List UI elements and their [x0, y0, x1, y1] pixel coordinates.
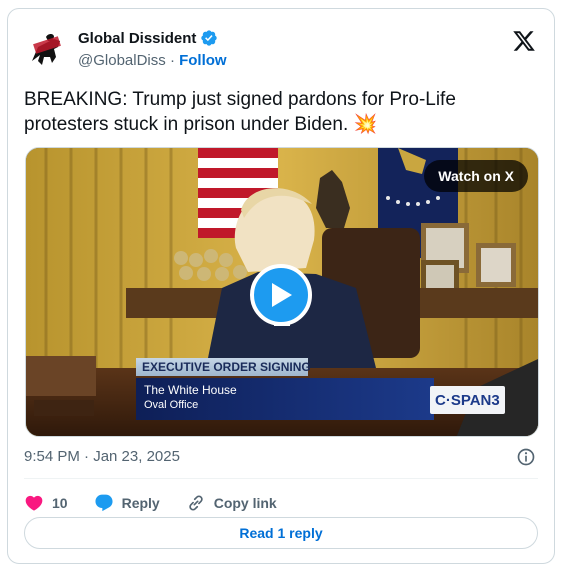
author-avatar[interactable]	[24, 27, 70, 73]
cspan-logo: C·SPAN3	[430, 386, 505, 414]
tweet-timestamp[interactable]: 9:54 PM · Jan 23, 2025	[24, 448, 180, 465]
location-line-2: Oval Office	[144, 399, 199, 411]
tweet-text: BREAKING: Trump just signed pardons for …	[24, 87, 504, 137]
copy-link-label: Copy link	[213, 495, 277, 511]
tweet-actions: 10 Reply Copy link	[24, 487, 303, 519]
collision-emoji: 💥	[353, 114, 378, 135]
heart-icon	[25, 495, 43, 511]
x-logo-icon[interactable]	[512, 29, 536, 53]
verified-badge-icon	[201, 30, 218, 46]
executive-order-banner: EXECUTIVE ORDER SIGNING	[136, 358, 311, 376]
tweet-body: BREAKING: Trump just signed pardons for …	[24, 89, 456, 135]
video-thumbnail[interactable]: Watch on X EXECUTIVE ORDER SIGNING The W…	[25, 147, 539, 437]
location-caption: The White House Oval Office	[136, 378, 434, 420]
read-replies-button[interactable]: Read 1 reply	[24, 517, 538, 549]
horse-rider-logo-icon	[24, 27, 70, 73]
play-icon	[272, 283, 292, 307]
like-button[interactable]: 10	[24, 493, 68, 513]
author-display-name[interactable]: Global Dissident	[78, 30, 196, 47]
tweet-card: Global Dissident @GlobalDiss · Follow BR…	[7, 8, 555, 564]
play-button[interactable]	[250, 264, 312, 326]
like-count: 10	[52, 495, 68, 511]
divider	[24, 478, 538, 479]
speech-bubble-icon	[95, 494, 113, 512]
follow-button[interactable]: Follow	[179, 52, 227, 69]
author-handle-row: @GlobalDiss · Follow	[78, 52, 227, 69]
info-icon[interactable]	[516, 447, 536, 467]
author-handle[interactable]: @GlobalDiss	[78, 52, 166, 69]
tweet-header: Global Dissident @GlobalDiss · Follow	[24, 25, 538, 73]
reply-button[interactable]: Reply	[94, 493, 160, 513]
reply-label: Reply	[121, 495, 160, 511]
watch-on-x-button[interactable]: Watch on X	[424, 160, 528, 192]
separator-dot: ·	[169, 52, 175, 69]
copy-link-button[interactable]: Copy link	[186, 493, 277, 513]
location-line-1: The White House	[144, 383, 237, 397]
link-icon	[189, 495, 203, 511]
